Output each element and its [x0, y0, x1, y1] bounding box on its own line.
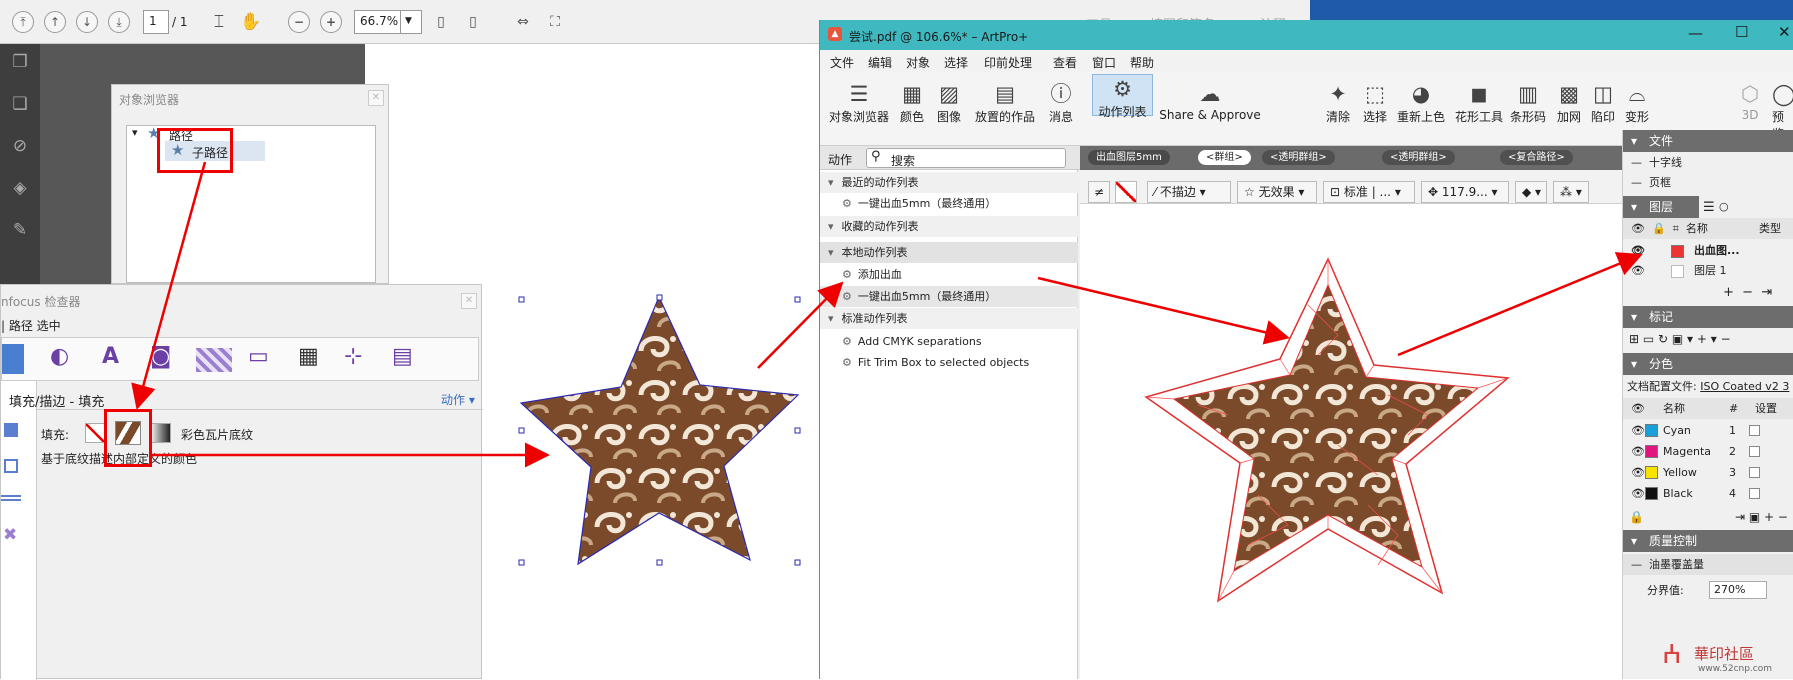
watermark-name: 華印社區 [1694, 645, 1755, 663]
watermark-url: www.52cnp.com [1698, 664, 1773, 674]
annotation-arrows [131, 161, 1643, 468]
watermark-logo-icon: ⵄ [1662, 640, 1682, 670]
watermark: ⵄ 華印社區 www.52cnp.com [1660, 640, 1793, 679]
